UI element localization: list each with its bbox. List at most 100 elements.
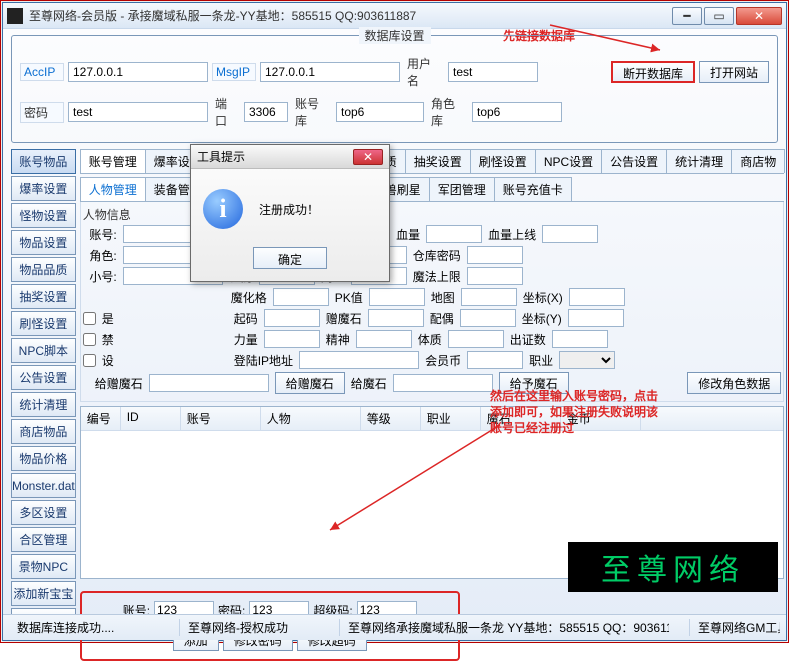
grid-col-1[interactable]: ID [121, 407, 181, 430]
port-input[interactable] [244, 102, 288, 122]
accdb-input[interactable] [336, 102, 424, 122]
isx-label: 是 [102, 310, 114, 327]
sidebar-item-6[interactable]: 刷怪设置 [11, 311, 76, 336]
tizhi-label: 体质 [418, 331, 442, 348]
grid-col-3[interactable]: 人物 [261, 407, 361, 430]
tab1-10[interactable]: 商店物 [731, 149, 785, 173]
sidebar-item-12[interactable]: Monster.dat [11, 473, 76, 498]
tab1-8[interactable]: 公告设置 [601, 149, 667, 173]
mohua-input[interactable] [273, 288, 329, 306]
ditu-input[interactable] [461, 288, 517, 306]
window-title: 至尊网络-会员版 - 承接魔域私服一条龙-YY基地：585515 QQ:9036… [29, 7, 672, 24]
sidebar-item-11[interactable]: 物品价格 [11, 446, 76, 471]
sidebar-item-9[interactable]: 统计清理 [11, 392, 76, 417]
gift-label: 给赠魔石 [83, 375, 143, 392]
jin-checkbox[interactable] [83, 333, 96, 346]
gift-button[interactable]: 给赠魔石 [275, 372, 345, 394]
tab1-0[interactable]: 账号管理 [80, 149, 146, 173]
zms-input[interactable] [368, 309, 424, 327]
close-button[interactable]: ✕ [736, 7, 782, 25]
status-auth: 至尊网络-授权成功 [179, 619, 319, 636]
tabs-secondary: 人物管理装备管理角色物品转移幻兽属性幻兽刷星军团管理账号充值卡 [80, 177, 785, 202]
grid-col-0[interactable]: 编号 [81, 407, 121, 430]
mfmax-input[interactable] [467, 267, 523, 285]
she-checkbox[interactable] [83, 354, 96, 367]
sidebar-item-14[interactable]: 合区管理 [11, 527, 76, 552]
pk-label: PK值 [335, 289, 363, 306]
sidebar-item-15[interactable]: 景物NPC [11, 554, 76, 579]
dialog-close-button[interactable]: ✕ [353, 149, 383, 165]
tab2-0[interactable]: 人物管理 [80, 177, 146, 201]
chuzheng-input[interactable] [552, 330, 608, 348]
accip-input[interactable] [68, 62, 208, 82]
ip-input[interactable] [299, 351, 419, 369]
annotation-register-hint: 然后在这里输入账号密码，点击添加即可，如果注册失败说明该账号已经注册过 [490, 388, 660, 437]
xuemax-input[interactable] [542, 225, 598, 243]
liliang-input[interactable] [264, 330, 320, 348]
mfmax-label: 魔法上限 [413, 268, 461, 285]
liliang-label: 力量 [234, 331, 258, 348]
peiou-input[interactable] [460, 309, 516, 327]
sidebar-item-2[interactable]: 怪物设置 [11, 203, 76, 228]
grid-col-2[interactable]: 账号 [181, 407, 261, 430]
disconnect-db-button[interactable]: 断开数据库 [611, 61, 695, 83]
qima-input[interactable] [264, 309, 320, 327]
tab1-5[interactable]: 抽奖设置 [405, 149, 471, 173]
jingshen-input[interactable] [356, 330, 412, 348]
gift-input[interactable] [149, 374, 269, 392]
sidebar-item-4[interactable]: 物品品质 [11, 257, 76, 282]
sidebar-item-16[interactable]: 添加新宝宝 [11, 581, 76, 606]
sidebar-item-13[interactable]: 多区设置 [11, 500, 76, 525]
give-input[interactable] [393, 374, 493, 392]
grid-col-4[interactable]: 等级 [361, 407, 421, 430]
job-select[interactable] [559, 351, 615, 369]
xue-label: 血量 [396, 226, 420, 243]
tab1-6[interactable]: 刷怪设置 [470, 149, 536, 173]
tab2-5[interactable]: 军团管理 [429, 177, 495, 201]
sidebar-item-10[interactable]: 商店物品 [11, 419, 76, 444]
dialog-ok-button[interactable]: 确定 [253, 247, 327, 269]
tab2-6[interactable]: 账号充值卡 [494, 177, 572, 201]
accip-label: AccIP [20, 63, 64, 81]
chuzheng-label: 出证数 [510, 331, 546, 348]
user-input[interactable] [448, 62, 538, 82]
save-role-button[interactable]: 修改角色数据 [687, 372, 781, 394]
maximize-button[interactable]: ▭ [704, 7, 734, 25]
tab1-7[interactable]: NPC设置 [535, 149, 602, 173]
msgip-label: MsgIP [212, 63, 256, 81]
xue-input[interactable] [426, 225, 482, 243]
sidebar-item-7[interactable]: NPC脚本 [11, 338, 76, 363]
ckpwd-input[interactable] [467, 246, 523, 264]
roledb-label: 角色库 [428, 94, 468, 130]
pwd-input[interactable] [68, 102, 208, 122]
form-group-title: 人物信息 [83, 206, 782, 223]
pk-input[interactable] [369, 288, 425, 306]
sidebar-item-0[interactable]: 账号物品 [11, 149, 76, 174]
jin-label: 禁 [102, 331, 114, 348]
zby-input[interactable] [568, 309, 624, 327]
sidebar-item-5[interactable]: 抽奖设置 [11, 284, 76, 309]
isx-checkbox[interactable] [83, 312, 96, 325]
tizhi-input[interactable] [448, 330, 504, 348]
minimize-button[interactable]: ━ [672, 7, 702, 25]
ditu-label: 地图 [431, 289, 455, 306]
brand-banner: 至尊网络 [568, 542, 778, 592]
tab1-9[interactable]: 统计清理 [666, 149, 732, 173]
dialog-title: 工具提示 [197, 148, 353, 165]
roledb-input[interactable] [472, 102, 562, 122]
sidebar-item-8[interactable]: 公告设置 [11, 365, 76, 390]
sidebar-item-3[interactable]: 物品设置 [11, 230, 76, 255]
give-label: 给魔石 [351, 375, 387, 392]
statusbar: 数据库连接成功.... 至尊网络-授权成功 至尊网络承接魔域私服一条龙 YY基地… [3, 614, 786, 640]
sidebar-item-1[interactable]: 爆率设置 [11, 176, 76, 201]
msgip-input[interactable] [260, 62, 400, 82]
status-db: 数据库连接成功.... [9, 619, 159, 636]
zbx-input[interactable] [569, 288, 625, 306]
member-input[interactable] [467, 351, 523, 369]
zby-label: 坐标(Y) [522, 310, 562, 327]
open-site-button[interactable]: 打开网站 [699, 61, 769, 83]
grid-col-5[interactable]: 职业 [421, 407, 481, 430]
peiou-label: 配偶 [430, 310, 454, 327]
zms-label: 赠魔石 [326, 310, 362, 327]
app-icon [7, 8, 23, 24]
